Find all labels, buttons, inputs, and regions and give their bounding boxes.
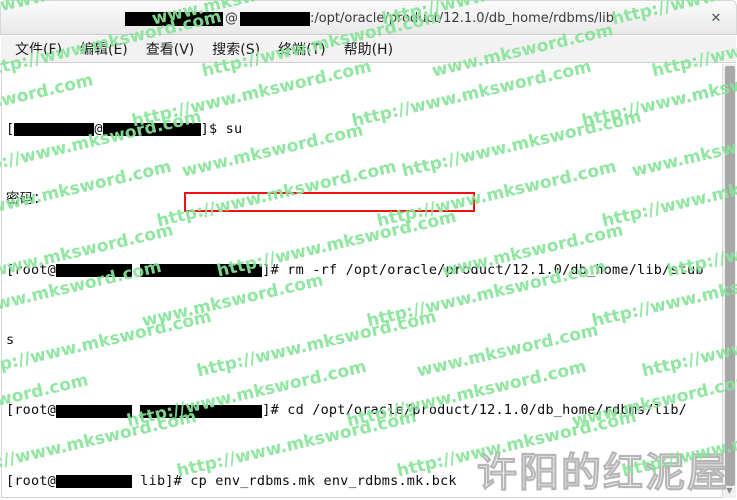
terminal-line: [root@ ]# rm -rf /opt/oracle/product/12.… [6,262,722,280]
prompt-at: @ [94,120,103,137]
command-text: ]# cd /opt/oracle/product/12.1.0/db_home… [262,402,688,419]
prompt-bracket: [ [6,120,15,137]
redacted-path [140,264,263,278]
vertical-scrollbar[interactable] [722,64,736,498]
window-title: @ :/opt/oracle/product/12.1.0/db_home/rdb… [1,1,737,36]
terminal-window: @ :/opt/oracle/product/12.1.0/db_home/rdb… [0,0,737,500]
menu-file[interactable]: 文件(F) [7,37,70,61]
title-path: :/opt/oracle/product/12.1.0/db_home/rdbm… [309,11,615,26]
close-icon[interactable]: ✕ [708,11,724,27]
redacted-username [14,123,95,137]
menu-view[interactable]: 查看(V) [138,37,203,61]
wrapped-text: s [6,331,15,348]
terminal-line: s [6,332,722,350]
redacted-username-title [124,11,223,26]
scroll-down-icon[interactable]: ▼ [724,486,735,496]
terminal-text: [ @ ]$ su 密码： [root@ ]# rm -rf /opt/oracle… [6,68,722,497]
redacted-path [140,404,263,418]
command-text: ]# rm -rf /opt/oracle/product/12.1.0/db_… [262,261,704,278]
menu-terminal[interactable]: 终端(T) [270,37,333,61]
redacted-hostname-title [239,11,310,26]
redacted-hostname [55,404,132,418]
redacted-hostname [55,475,132,489]
menu-help[interactable]: 帮助(H) [336,37,401,61]
redacted-hostname [55,264,132,278]
menu-edit[interactable]: 编辑(E) [72,37,136,61]
menubar: 文件(F) 编辑(E) 查看(V) 搜索(S) 终端(T) 帮助(H) [1,36,736,63]
command-text: ]$ su [200,120,243,137]
window-titlebar: @ :/opt/oracle/product/12.1.0/db_home/rdb… [0,0,737,35]
menu-search[interactable]: 搜索(S) [204,37,268,61]
terminal-output-area[interactable]: [ @ ]$ su 密码： [root@ ]# rm -rf /opt/oracle… [1,64,736,498]
terminal-line: [root@ ]# cd /opt/oracle/product/12.1.0/… [6,402,722,420]
terminal-line: 密码： [6,191,722,209]
terminal-line: [root@ lib]# cp env_rdbms.mk env_rdbms.m… [6,473,722,491]
scrollbar-thumb[interactable] [725,66,735,486]
title-at-symbol: @ [224,11,238,26]
command-text: lib]# cp env_rdbms.mk env_rdbms.mk.bck [131,472,457,489]
prompt-root: [root@ [6,261,56,278]
prompt-root: [root@ [6,402,56,419]
terminal-line: [ @ ]$ su [6,121,722,139]
password-prompt: 密码： [6,191,48,208]
prompt-root: [root@ [6,472,56,489]
redacted-hostname [102,123,201,137]
